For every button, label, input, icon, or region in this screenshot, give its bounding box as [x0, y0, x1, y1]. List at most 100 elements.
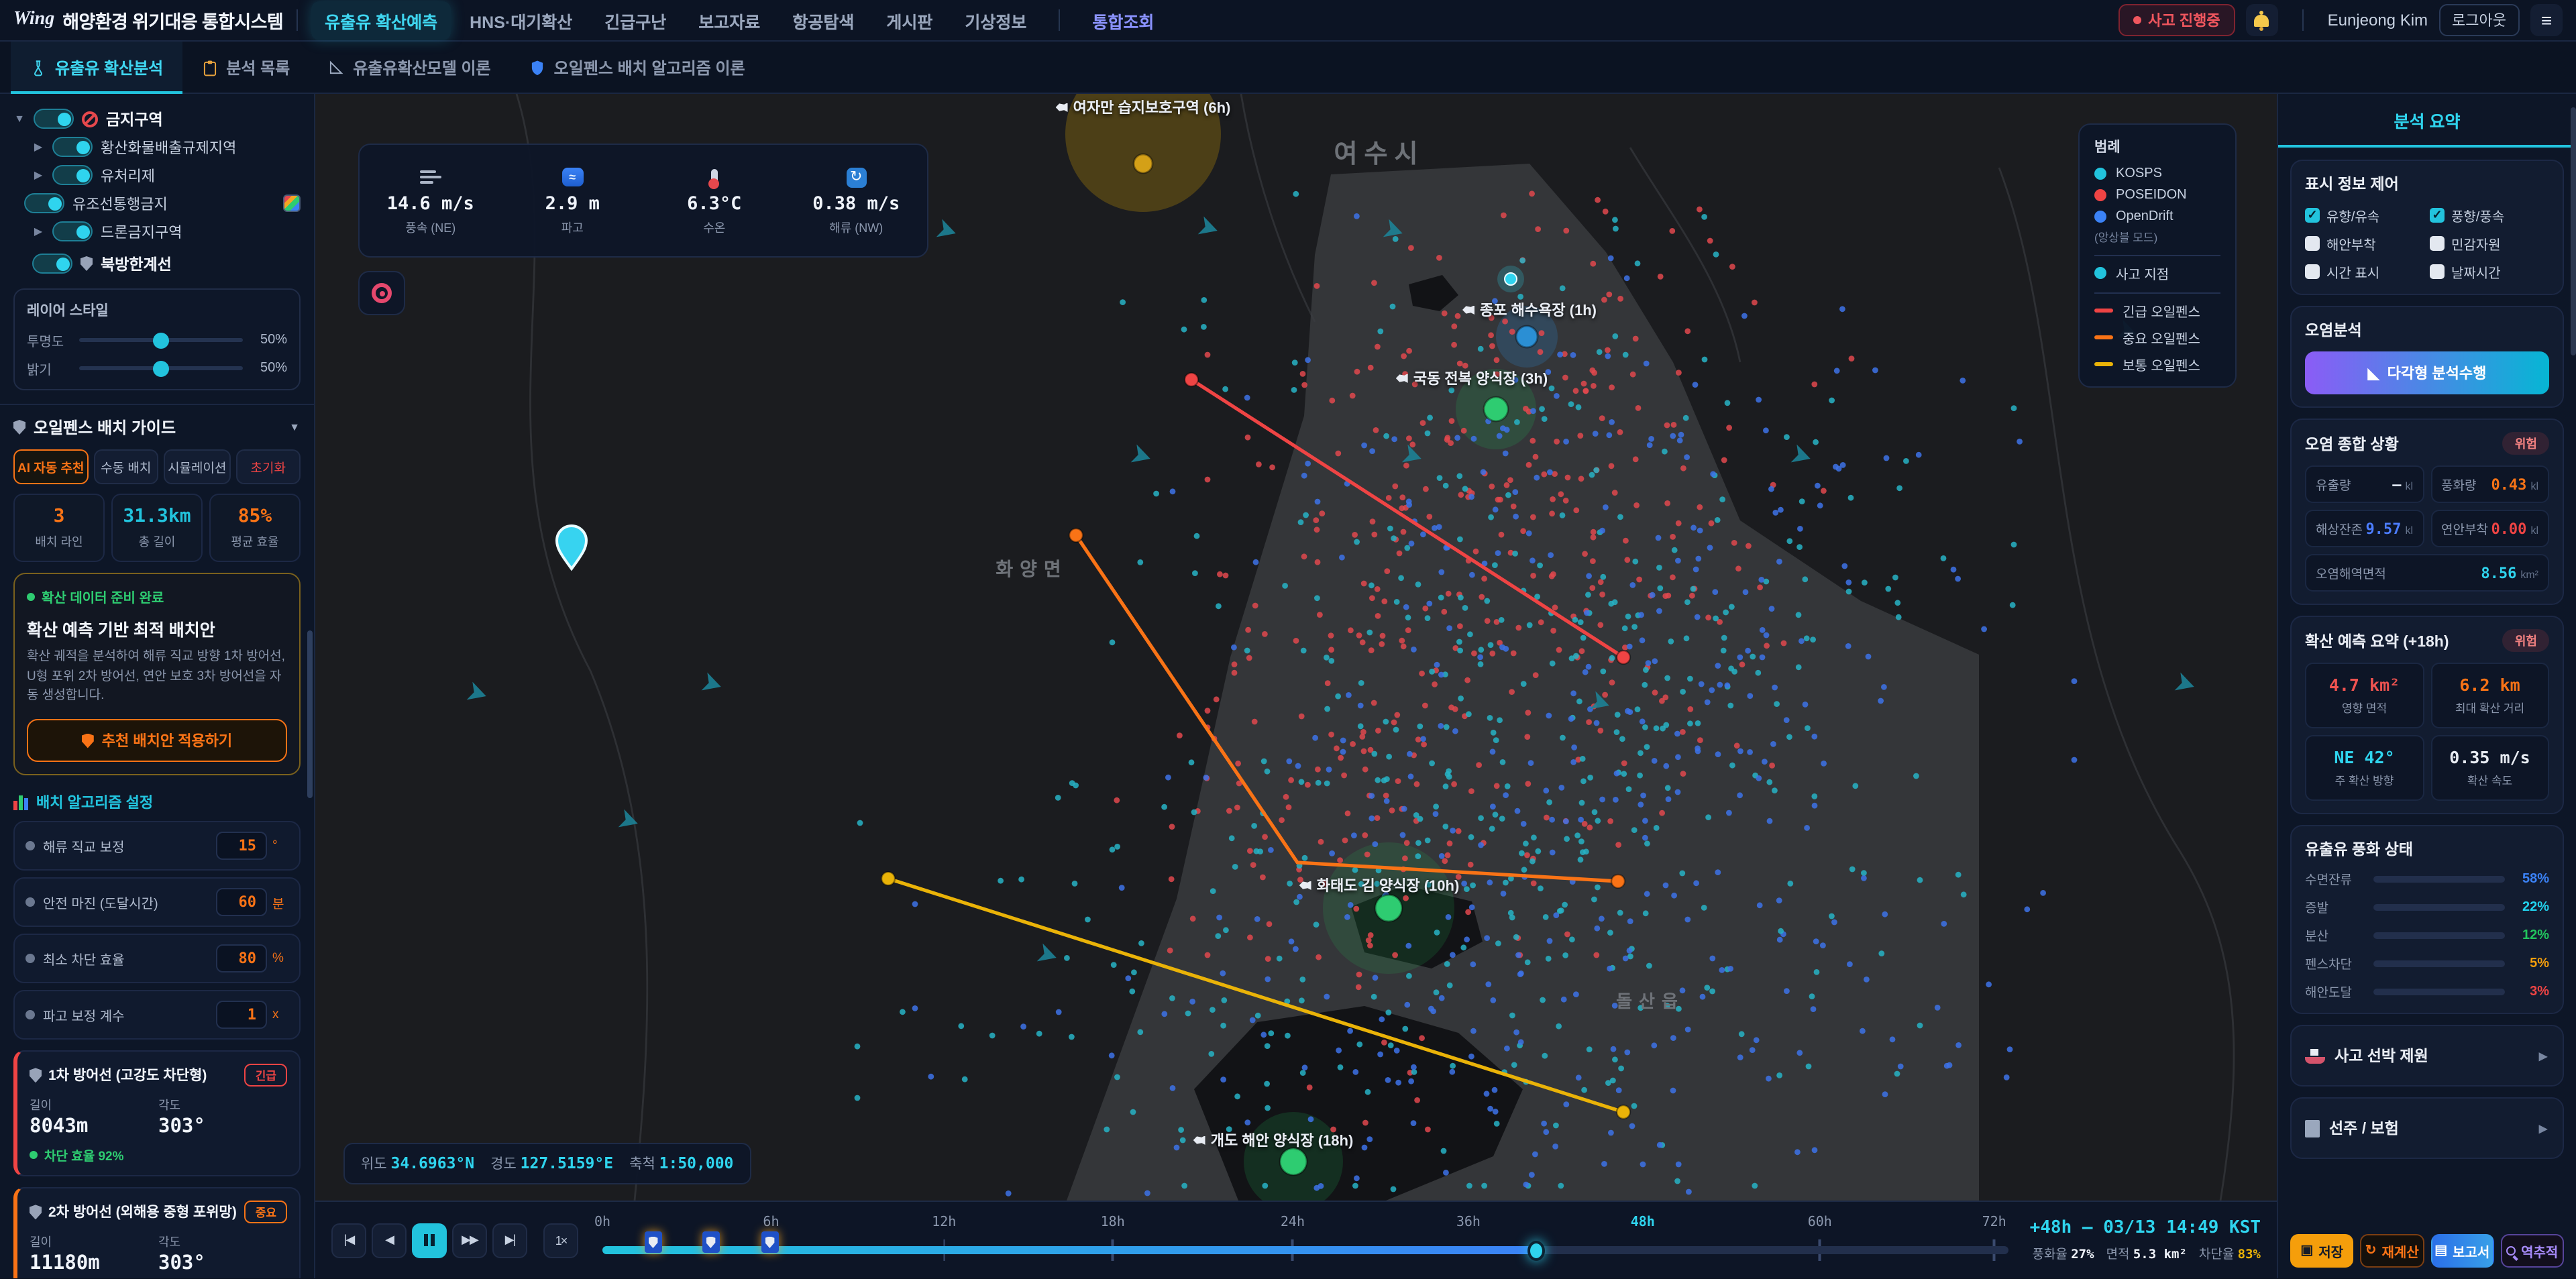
risk-badge: 위험	[2503, 432, 2549, 455]
playback-speed-button[interactable]: 1×	[543, 1223, 578, 1258]
boom-event-marker-1[interactable]	[644, 1231, 661, 1253]
page-scrollbar[interactable]	[2571, 107, 2576, 355]
tab-diffusion-model-theory[interactable]: 유출유확산모델 이론	[309, 42, 509, 93]
save-button[interactable]: ▣저장	[2290, 1234, 2354, 1268]
min-efficiency-input[interactable]: 80	[216, 944, 267, 972]
fast-forward-button[interactable]: ▶▶	[452, 1223, 487, 1258]
divider	[0, 404, 314, 405]
nav-integrated-search[interactable]: 통합조회	[1079, 1, 1167, 40]
checkbox-time[interactable]: 시간 표시	[2305, 262, 2424, 282]
nav-reports[interactable]: 보고자료	[685, 1, 773, 40]
bullet-icon	[25, 1010, 35, 1019]
header-divider	[297, 9, 298, 31]
skip-start-button[interactable]: |◀	[331, 1223, 366, 1258]
restricted-zone-toggle[interactable]	[34, 109, 74, 129]
nav-hns[interactable]: HNS·대기확산	[456, 1, 586, 40]
nav-rescue[interactable]: 긴급구난	[591, 1, 680, 40]
timeline-progress	[602, 1246, 1536, 1254]
skip-end-button[interactable]: ▶|	[492, 1223, 527, 1258]
layer-row-drone-ban[interactable]: ▶ 드론금지구역	[13, 217, 301, 245]
defense-line-card-1[interactable]: 1차 방어선 (고강도 차단형) 긴급 길이8043m 각도303° 차단 효율…	[13, 1050, 301, 1176]
place-label: 여수시	[1334, 134, 1425, 170]
ship-spec-card[interactable]: 사고 선박 제원 ▶	[2290, 1025, 2564, 1087]
defense-line-card-2[interactable]: 2차 방어선 (외해용 중형 포위망) 중요 길이11180m 각도303° 차…	[13, 1187, 301, 1278]
temperature-metric: 6.3°C 수온	[643, 165, 786, 236]
timeline-track[interactable]	[602, 1246, 2008, 1254]
timeline-playhead[interactable]	[1527, 1241, 1544, 1261]
wind-metric: 14.6 m/s 풍속 (NE)	[360, 165, 502, 236]
notifications-button[interactable]	[2246, 4, 2278, 36]
checkbox-shoreline[interactable]: 해안부착	[2305, 233, 2424, 254]
ai-auto-recommend-button[interactable]: AI 자동 추천	[13, 449, 89, 484]
tab-boom-algorithm-theory[interactable]: 오일펜스 배치 알고리즘 이론	[510, 42, 764, 93]
chevron-down-icon[interactable]: ▼	[288, 421, 301, 433]
report-button[interactable]: ▤보고서	[2430, 1234, 2494, 1268]
plan-description: 확산 궤적을 분석하여 해류 직교 방향 1차 방어선, U형 포위 2차 방어…	[27, 648, 287, 707]
chevron-right-icon[interactable]: ▶	[32, 225, 44, 237]
checkbox-sensitive[interactable]: 민감자원	[2430, 233, 2549, 254]
checkbox-datetime[interactable]: 날짜시간	[2430, 262, 2549, 282]
pause-button[interactable]	[412, 1223, 447, 1258]
nav-board[interactable]: 게시판	[873, 1, 946, 40]
safety-margin-input[interactable]: 60	[216, 888, 267, 916]
plan-title: 확산 예측 기반 최적 배치안	[27, 616, 287, 641]
timeline-info: +48h – 03/13 14:49 KST 풍화율 27% 면적 5.3 km…	[2030, 1218, 2261, 1262]
map-canvas[interactable]: 여수시화양면돌산읍여자만 습지보호구역 (6h)종포 해수욕장 (1h)국동 전…	[315, 94, 2277, 1201]
tanker-ban-toggle[interactable]	[24, 193, 64, 213]
area-stat: 면적 5.3 km²	[2106, 1243, 2187, 1262]
nll-toggle[interactable]	[32, 254, 72, 274]
bullet-icon	[25, 954, 35, 963]
layer-row-dispersant[interactable]: ▶ 유처리제	[13, 161, 301, 189]
nav-air-search[interactable]: 항공탐색	[779, 1, 867, 40]
boom-guide-header[interactable]: 오일펜스 배치 가이드 ▼	[13, 416, 301, 439]
layer-row-tanker-ban[interactable]: 유조선통행금지	[13, 189, 301, 217]
manual-placement-button[interactable]: 수동 배치	[94, 449, 159, 484]
normal-boom-line-icon	[2094, 362, 2113, 366]
tab-analysis-list[interactable]: 분석 목록	[182, 42, 309, 93]
timeline-track-zone[interactable]: 0h 6h 12h 18h 24h 36h 48h 60h 72h	[602, 1202, 2008, 1278]
boom-event-marker-2[interactable]	[702, 1231, 719, 1253]
brightness-slider[interactable]	[79, 366, 243, 370]
checkbox-current[interactable]: ✓유향/유속	[2305, 205, 2424, 225]
max-distance: 6.2 km최대 확산 거리	[2430, 663, 2549, 728]
layer-style-swatch-icon[interactable]	[283, 194, 301, 212]
chart-icon	[13, 795, 28, 810]
pause-icon	[425, 1234, 435, 1246]
checkbox-wind[interactable]: ✓풍향/풍속	[2430, 205, 2549, 225]
chevron-down-icon[interactable]: ▼	[13, 113, 25, 125]
sea-remaining: 해상잔존9.57kl	[2305, 510, 2424, 547]
poseidon-dot-icon	[2094, 189, 2106, 201]
current-orthogonal-input[interactable]: 15	[216, 832, 267, 860]
accident-dot-icon	[2094, 267, 2106, 279]
chevron-right-icon[interactable]: ▶	[32, 169, 44, 181]
logout-button[interactable]: 로그아웃	[2438, 4, 2520, 36]
reset-button[interactable]: 초기화	[235, 449, 301, 484]
dispersant-toggle[interactable]	[52, 165, 93, 185]
apply-recommended-plan-button[interactable]: 추천 배치안 적용하기	[27, 719, 287, 762]
nav-oil-spill-forecast[interactable]: 유출유 확산예측	[311, 1, 451, 40]
tab-spill-analysis[interactable]: 유출유 확산분석	[11, 42, 182, 93]
layer-row-nll[interactable]: 북방한계선	[13, 249, 301, 278]
sidebar-scrollbar[interactable]	[307, 630, 313, 798]
tick-72h: 72h	[1982, 1215, 2006, 1230]
locate-incident-button[interactable]	[358, 271, 405, 315]
backtrace-button[interactable]: 역추적	[2501, 1234, 2565, 1268]
drone-ban-toggle[interactable]	[52, 221, 93, 241]
left-sidebar: ▼ 금지구역 ▶ 황산화물배출규제지역 ▶ 유처리제 유조선통행금지 ▶ 드론금…	[0, 94, 315, 1278]
boom-event-marker-3[interactable]	[761, 1231, 778, 1253]
opacity-slider[interactable]	[79, 338, 243, 342]
nav-weather[interactable]: 기상정보	[951, 1, 1040, 40]
layer-row-sox-area[interactable]: ▶ 황산화물배출규제지역	[13, 133, 301, 161]
simulation-button[interactable]: 시뮬레이션	[164, 449, 230, 484]
owner-insurance-card[interactable]: 선주 / 보험 ▶	[2290, 1097, 2564, 1159]
wave-coefficient-input[interactable]: 1	[216, 1001, 267, 1029]
chevron-right-icon[interactable]: ▶	[32, 141, 44, 153]
step-back-button[interactable]: ◀	[372, 1223, 407, 1258]
recalculate-button[interactable]: ↻재계산	[2361, 1234, 2424, 1268]
layer-row-restricted-zone[interactable]: ▼ 금지구역	[13, 105, 301, 133]
menu-button[interactable]: ≡	[2530, 4, 2563, 36]
polluted-area: 오염해역면적8.56km²	[2305, 554, 2549, 592]
checkbox-icon: ✓	[2305, 208, 2320, 223]
polygon-analysis-button[interactable]: ◣ 다각형 분석수행	[2305, 351, 2549, 394]
sox-area-toggle[interactable]	[52, 137, 93, 157]
